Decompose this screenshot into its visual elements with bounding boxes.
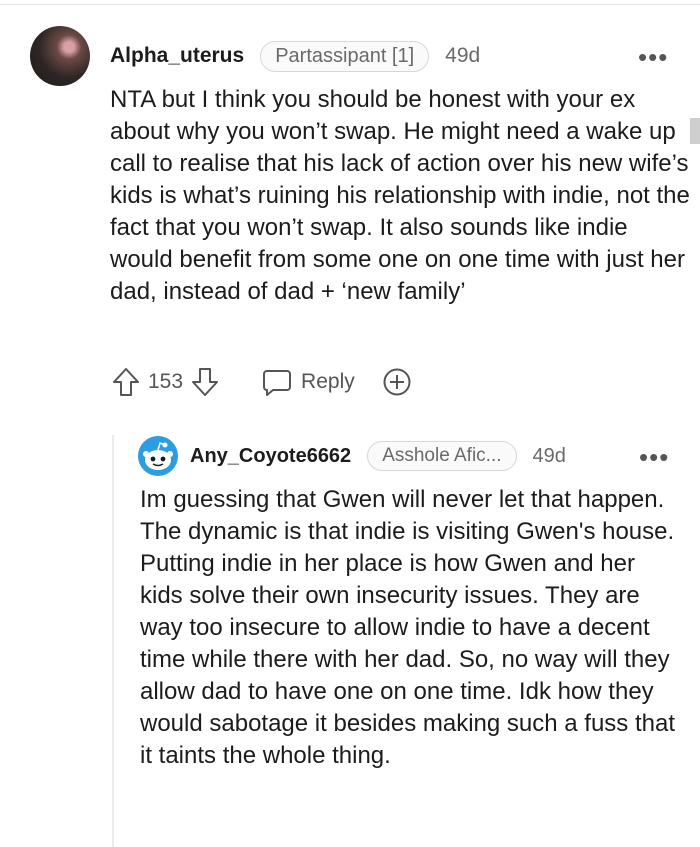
more-options-icon[interactable]: •••: [638, 44, 668, 70]
more-options-icon[interactable]: •••: [639, 444, 669, 470]
avatar[interactable]: [30, 26, 90, 86]
username[interactable]: Alpha_uterus: [110, 44, 244, 68]
thread-line[interactable]: [112, 435, 114, 847]
username[interactable]: Any_Coyote6662: [190, 445, 351, 468]
user-flair: Asshole Afic...: [367, 441, 517, 471]
comment-body: NTA but I think you should be honest wit…: [110, 86, 690, 305]
top-divider: [0, 4, 700, 5]
comment-age: 49d: [532, 444, 566, 467]
comment-actions: 153 Reply: [110, 366, 413, 398]
upvote-icon[interactable]: [110, 366, 142, 398]
reply-button[interactable]: Reply: [261, 366, 355, 398]
reply-header: Any_Coyote6662 Asshole Afic... 49d: [190, 440, 566, 472]
downvote-icon[interactable]: [189, 366, 221, 398]
user-flair: Partassipant [1]: [260, 40, 430, 72]
comment-age: 49d: [445, 44, 481, 67]
vote-count: 153: [148, 370, 184, 393]
scrollbar-thumb[interactable]: [690, 118, 700, 144]
comment-bubble-icon: [261, 366, 293, 398]
reply-body: Im guessing that Gwen will never let tha…: [140, 486, 675, 769]
snoo-avatar-icon[interactable]: [138, 436, 178, 476]
comment-header: Alpha_uterus Partassipant [1] 49d: [110, 40, 480, 72]
award-icon[interactable]: [381, 366, 413, 398]
reply-label: Reply: [301, 370, 355, 393]
